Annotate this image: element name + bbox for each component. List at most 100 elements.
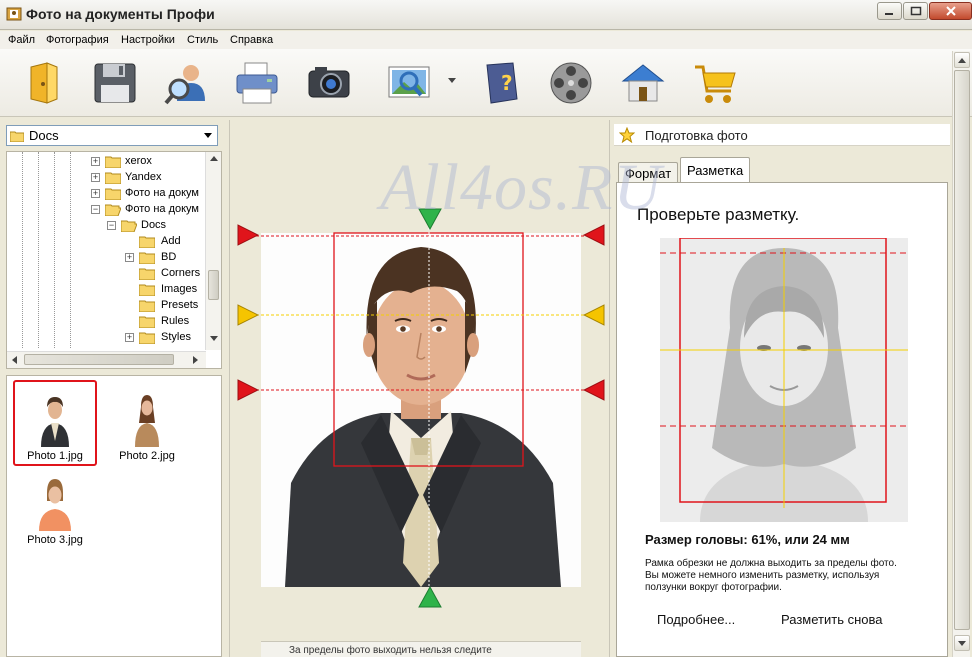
tree-vertical-scrollbar[interactable] [205, 152, 221, 350]
folder-icon [10, 131, 24, 142]
right-chin-handle-icon[interactable] [583, 379, 605, 401]
folder-icon [139, 236, 155, 248]
left-chin-handle-icon[interactable] [237, 379, 259, 401]
window-title: Фото на документы Профи [26, 6, 215, 22]
chevron-down-icon[interactable] [448, 78, 456, 84]
folder-icon [139, 284, 155, 296]
chevron-right-icon[interactable] [193, 356, 198, 364]
menu-help[interactable]: Справка [230, 34, 273, 46]
menu-bar: Файл Фотография Настройки Стиль Справка [0, 31, 972, 49]
folder-icon [139, 268, 155, 280]
save-icon [94, 63, 136, 103]
close-icon [946, 6, 956, 16]
minimize-button[interactable] [877, 2, 902, 20]
tree-expander[interactable]: + [91, 157, 100, 166]
tree-expander[interactable]: + [125, 333, 134, 342]
tree-horizontal-scrollbar[interactable] [7, 351, 206, 368]
bottom-handle-icon[interactable] [418, 586, 442, 608]
tree-guide-line [70, 152, 71, 348]
help-button[interactable]: ? [478, 57, 528, 109]
chevron-down-icon [958, 641, 966, 646]
print-button[interactable] [232, 57, 282, 109]
thumbnail-photo-2[interactable]: Photo 2.jpg [105, 380, 189, 466]
tree-item-label: Styles [161, 331, 191, 343]
right-panel: Подготовка фото Формат Разметка Проверьт… [614, 120, 950, 657]
thumbnail-image [23, 469, 87, 531]
folder-icon [139, 300, 155, 312]
tree-item-label: Docs [141, 219, 167, 231]
right-eye-handle-icon[interactable] [583, 304, 605, 326]
camera-button[interactable] [304, 57, 354, 109]
user-search-button[interactable] [162, 57, 212, 109]
left-head-handle-icon[interactable] [237, 224, 259, 246]
app-window: Фото на документы Профи Файл Фотография … [0, 0, 972, 657]
tree-expander[interactable]: + [91, 189, 100, 198]
home-icon [621, 64, 665, 102]
tree-expander[interactable]: + [125, 253, 134, 262]
folder-icon [105, 172, 121, 184]
tab-markup[interactable]: Разметка [680, 157, 751, 183]
thumbnail-photo-1[interactable]: Photo 1.jpg [13, 380, 97, 466]
scroll-up-button[interactable] [954, 52, 970, 68]
panel-title: Подготовка фото [645, 128, 748, 143]
left-eye-handle-icon[interactable] [237, 304, 259, 326]
chevron-down-icon[interactable] [210, 336, 218, 341]
folder-select[interactable]: Docs [6, 125, 218, 146]
redo-markup-link[interactable]: Разметить снова [781, 612, 882, 627]
watermark: All4os.RU [380, 151, 663, 224]
menu-style[interactable]: Стиль [187, 34, 218, 46]
thumbnail-photo-3[interactable]: Photo 3.jpg [13, 464, 97, 550]
thumbnail-label: Photo 2.jpg [119, 450, 175, 462]
menu-file[interactable]: Файл [8, 34, 35, 46]
shopping-cart-icon [695, 65, 736, 103]
tree-guide-line [22, 152, 23, 348]
thumbnail-image [23, 385, 87, 447]
tree-item-label: Images [161, 283, 198, 295]
film-reel-icon [550, 62, 592, 104]
left-panel: Docs + xerox + Yandex + Фото на докум − … [2, 120, 222, 657]
photo-zoom-button[interactable] [386, 57, 436, 109]
chevron-down-icon [204, 133, 212, 138]
printer-icon [236, 62, 278, 104]
folder-icon [139, 252, 155, 264]
tree-expander[interactable]: − [107, 221, 116, 230]
hint-bar: За пределы фото выходить нельзя следите [261, 641, 581, 657]
tree-item-label: Corners [161, 267, 201, 279]
right-head-handle-icon[interactable] [583, 224, 605, 246]
folder-open-icon [105, 204, 121, 216]
menu-photo[interactable]: Фотография [46, 34, 109, 46]
thumbnail-label: Photo 3.jpg [27, 534, 83, 546]
video-button[interactable] [546, 57, 596, 109]
photo-zoom-icon [388, 66, 430, 98]
tree-expander[interactable]: + [91, 173, 100, 182]
close-button[interactable] [929, 2, 972, 20]
toolbar: ? [0, 49, 972, 117]
tree-item-label: BD [161, 251, 177, 263]
chevron-left-icon[interactable] [12, 356, 17, 364]
save-button[interactable] [90, 57, 140, 109]
star-icon [619, 127, 635, 143]
scroll-thumb[interactable] [208, 270, 219, 300]
tab-markup-content: Проверьте разметку. Размер головы: 61%, … [616, 182, 948, 657]
svg-text:?: ? [501, 71, 513, 95]
folder-icon [139, 332, 155, 344]
scroll-down-button[interactable] [954, 635, 970, 651]
tree-item-label: Yandex [125, 171, 162, 183]
chevron-up-icon[interactable] [210, 156, 218, 161]
tree-expander[interactable]: − [91, 205, 100, 214]
home-button[interactable] [618, 57, 668, 109]
markup-note: Рамка обрезки не должна выходить за пред… [645, 558, 935, 594]
title-bar: Фото на документы Профи [0, 0, 972, 30]
scroll-thumb[interactable] [954, 70, 970, 630]
open-button[interactable] [20, 57, 70, 109]
minimize-icon [885, 13, 893, 15]
window-vertical-scrollbar[interactable] [952, 51, 970, 657]
shop-button[interactable] [690, 57, 740, 109]
menu-settings[interactable]: Настройки [121, 34, 175, 46]
scroll-thumb[interactable] [24, 354, 174, 365]
tree-item-label: Add [161, 235, 181, 247]
more-info-link[interactable]: Подробнее... [657, 612, 735, 627]
tree-item-label: Фото на докум [125, 187, 199, 199]
folder-open-icon [121, 220, 137, 232]
maximize-button[interactable] [903, 2, 928, 20]
